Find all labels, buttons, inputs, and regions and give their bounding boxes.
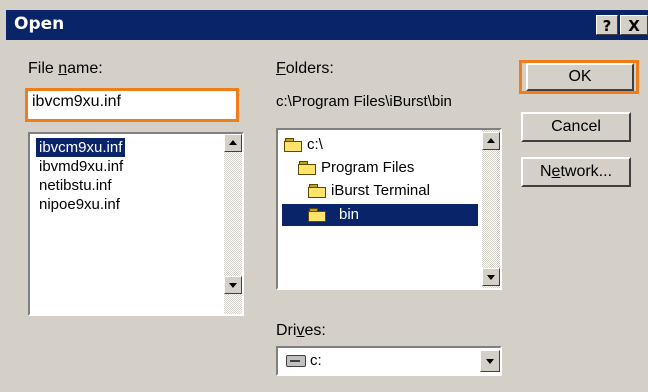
folders-label: Folders: xyxy=(276,60,334,77)
folder-item-selected[interactable]: bin xyxy=(336,205,362,224)
drives-label: Drives: xyxy=(276,322,326,339)
arrow-up-icon xyxy=(487,138,495,143)
arrow-down-icon xyxy=(229,283,237,288)
folder-item[interactable]: c:\ xyxy=(304,135,326,154)
open-folder-icon xyxy=(298,161,316,175)
cancel-button[interactable]: Cancel xyxy=(521,112,631,142)
folder-tree[interactable]: c:\ Program Files iBurst Terminal bin xyxy=(276,128,502,290)
current-path: c:\Program Files\iBurst\bin xyxy=(276,93,452,110)
drives-selected-value: c: xyxy=(310,352,322,369)
file-name-field xyxy=(25,88,239,122)
close-button[interactable]: X xyxy=(620,15,648,35)
file-list[interactable]: ibvcm9xu.inf ibvmd9xu.inf netibstu.inf n… xyxy=(28,132,244,316)
file-item[interactable]: ibvmd9xu.inf xyxy=(36,157,126,176)
title-bar[interactable]: Open ? X xyxy=(6,10,648,40)
network-button[interactable]: Network... xyxy=(521,157,631,187)
arrow-up-icon xyxy=(229,140,237,145)
chevron-down-icon xyxy=(486,359,494,364)
folder-item[interactable]: iBurst Terminal xyxy=(328,181,433,200)
scroll-down-button[interactable] xyxy=(224,276,242,294)
drives-dropdown-button[interactable] xyxy=(480,350,500,372)
file-list-scrollbar[interactable] xyxy=(224,134,242,314)
file-item[interactable]: netibstu.inf xyxy=(36,176,115,195)
dialog-title: Open xyxy=(14,14,65,34)
open-dialog: Open ? X File name: ibvcm9xu.inf ibvmd9x… xyxy=(0,0,648,392)
file-name-label: File name: xyxy=(28,60,103,77)
drives-select[interactable]: c: xyxy=(276,346,502,376)
ok-button[interactable]: OK xyxy=(526,63,634,91)
scroll-up-button[interactable] xyxy=(482,132,500,150)
open-folder-icon xyxy=(308,208,326,222)
hard-drive-icon xyxy=(286,355,306,367)
arrow-down-icon xyxy=(487,275,495,280)
open-folder-icon xyxy=(308,184,326,198)
file-name-input[interactable] xyxy=(32,93,232,111)
open-folder-icon xyxy=(284,138,302,152)
scroll-down-button[interactable] xyxy=(482,268,500,286)
help-button[interactable]: ? xyxy=(596,15,618,35)
folder-tree-scrollbar[interactable] xyxy=(482,130,500,288)
file-item[interactable]: ibvcm9xu.inf xyxy=(36,138,126,157)
file-item[interactable]: nipoe9xu.inf xyxy=(36,195,123,214)
scroll-up-button[interactable] xyxy=(224,134,242,152)
folder-item[interactable]: Program Files xyxy=(318,158,417,177)
